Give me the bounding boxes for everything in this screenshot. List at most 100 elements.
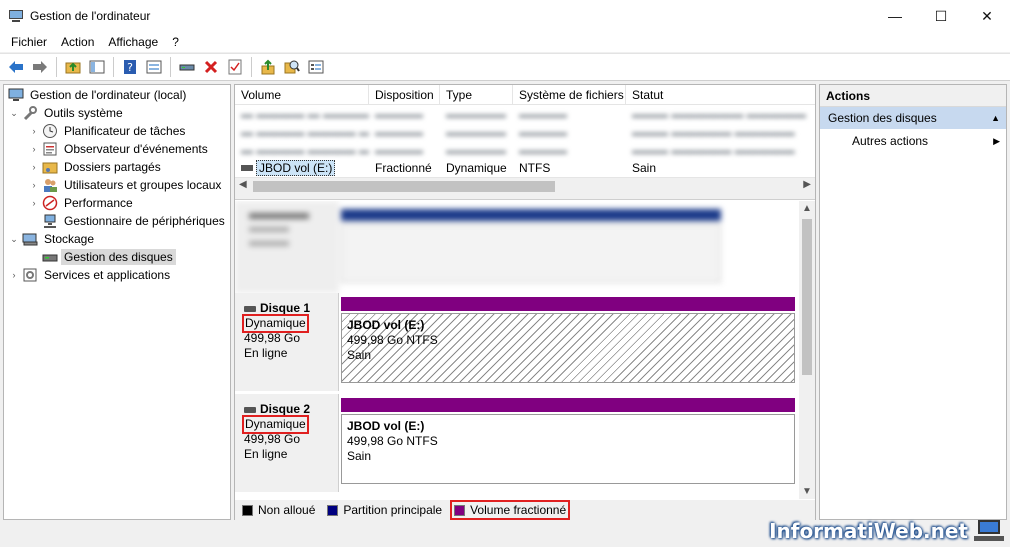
tree-item-task-scheduler[interactable]: › Planificateur de tâches xyxy=(4,122,230,140)
tree-item-event-viewer[interactable]: › Observateur d'événements xyxy=(4,140,230,158)
actions-more[interactable]: Autres actions ▶ xyxy=(820,129,1006,153)
column-status[interactable]: Statut xyxy=(626,85,815,105)
partition-status: Sain xyxy=(347,348,372,362)
spanned-volume-bar xyxy=(341,398,795,412)
back-arrow-icon[interactable] xyxy=(6,57,26,77)
legend-primary: Partition principale xyxy=(325,502,444,518)
disk-size: 499,98 Go xyxy=(244,432,301,446)
column-type[interactable]: Type xyxy=(440,85,513,105)
tree-label: Observateur d'événements xyxy=(64,142,208,156)
collapse-up-icon[interactable]: ▲ xyxy=(991,107,1000,129)
volume-list-header: Volume Disposition Type Système de fichi… xyxy=(235,85,815,105)
pane-splitter[interactable] xyxy=(235,194,815,200)
tree-label: Utilisateurs et groupes locaux xyxy=(64,178,222,192)
legend-swatch xyxy=(327,504,339,516)
column-disposition[interactable]: Disposition xyxy=(369,85,440,105)
properties-icon[interactable] xyxy=(144,57,164,77)
submenu-arrow-icon: ▶ xyxy=(993,136,1000,146)
partition-box[interactable]: JBOD vol (E:) 499,98 Go NTFS Sain xyxy=(341,414,795,484)
partition-jbod[interactable]: JBOD vol (E:) 499,98 Go NTFS Sain xyxy=(341,398,795,484)
volume-icon xyxy=(241,165,253,171)
legend-spanned: Volume fractionné xyxy=(450,500,571,520)
minimize-button[interactable]: — xyxy=(872,0,918,32)
tree-item-performance[interactable]: › Performance xyxy=(4,194,230,212)
chevron-down-icon[interactable]: ⌄ xyxy=(8,108,20,119)
menu-action[interactable]: Action xyxy=(54,35,101,49)
partition-jbod[interactable]: JBOD vol (E:) 499,98 Go NTFS Sain xyxy=(341,297,795,383)
menu-help[interactable]: ? xyxy=(165,35,186,49)
scroll-down-icon[interactable]: ▼ xyxy=(802,486,812,497)
actions-section-disk-management[interactable]: Gestion des disques ▲ xyxy=(820,107,1006,129)
tree-item-system-tools[interactable]: ⌄ Outils système xyxy=(4,104,230,122)
tree-item-storage[interactable]: ⌄ Stockage xyxy=(4,230,230,248)
folder-up-icon[interactable] xyxy=(63,57,83,77)
scroll-thumb[interactable] xyxy=(253,181,555,192)
volume-type: Dynamique xyxy=(446,161,507,175)
volume-list: ▬ ▬▬▬▬ ▬ ▬▬▬▬ ▬▬▬▬ ▬▬▬▬▬ ▬▬▬▬ ▬▬▬ ▬▬▬▬▬▬… xyxy=(235,105,815,177)
actions-title: Actions xyxy=(820,85,1006,107)
forward-arrow-icon[interactable] xyxy=(30,57,50,77)
tree-label: Services et applications xyxy=(44,268,171,282)
vertical-scrollbar[interactable]: ▲ ▼ xyxy=(799,201,815,499)
watermark: InformatiWeb.net xyxy=(769,519,1004,543)
table-row[interactable]: JBOD vol (E:) Fractionné Dynamique NTFS … xyxy=(235,159,815,177)
export-icon[interactable] xyxy=(258,57,278,77)
volume-name: JBOD vol (E:) xyxy=(256,160,336,176)
help-icon[interactable]: ? xyxy=(120,57,140,77)
chevron-right-icon[interactable]: › xyxy=(28,144,40,154)
connect-icon[interactable] xyxy=(177,57,197,77)
search-icon[interactable] xyxy=(282,57,302,77)
check-icon[interactable] xyxy=(225,57,245,77)
disk-obscured xyxy=(235,201,735,293)
chevron-right-icon[interactable]: › xyxy=(28,162,40,172)
column-volume[interactable]: Volume xyxy=(235,85,369,105)
details-icon[interactable] xyxy=(306,57,326,77)
delete-icon[interactable] xyxy=(201,57,221,77)
disk-state: En ligne xyxy=(244,346,288,360)
device-manager-icon xyxy=(42,213,58,229)
svg-text:?: ? xyxy=(127,61,133,74)
partition-status: Sain xyxy=(347,449,372,463)
maximize-button[interactable]: ☐ xyxy=(918,0,964,32)
scroll-thumb[interactable] xyxy=(802,219,812,375)
disk-2[interactable]: Disque 2 Dynamique 499,98 Go En ligne JB… xyxy=(235,394,799,492)
computer-icon xyxy=(8,87,24,103)
partition-title: JBOD vol (E:) xyxy=(347,318,425,332)
volume-row-obscured: ▬ ▬▬▬▬ ▬▬▬▬ ▬ ▬▬▬▬ ▬▬▬▬▬ ▬▬▬▬ ▬▬▬ ▬▬▬▬▬ … xyxy=(241,125,795,139)
computer-management-icon xyxy=(8,8,24,24)
scroll-up-icon[interactable]: ▲ xyxy=(802,203,812,214)
tree-item-services-apps[interactable]: › Services et applications xyxy=(4,266,230,284)
tree-label: Dossiers partagés xyxy=(64,160,161,174)
chevron-right-icon[interactable]: › xyxy=(28,198,40,208)
tree-label: Stockage xyxy=(44,232,95,246)
event-viewer-icon xyxy=(42,141,58,157)
column-filesystem[interactable]: Système de fichiers xyxy=(513,85,626,105)
tree-item-device-manager[interactable]: Gestionnaire de périphériques xyxy=(4,212,230,230)
menu-affichage[interactable]: Affichage xyxy=(101,35,165,49)
menu-fichier[interactable]: Fichier xyxy=(4,35,54,49)
chevron-right-icon[interactable]: › xyxy=(28,180,40,190)
disk-name: Disque 1 xyxy=(260,301,311,315)
disk-info[interactable]: Disque 1 Dynamique 499,98 Go En ligne xyxy=(235,293,339,391)
chevron-right-icon[interactable]: › xyxy=(8,270,20,280)
tree-label: Gestion des disques xyxy=(61,249,176,265)
chevron-down-icon[interactable]: ⌄ xyxy=(8,234,20,245)
tree-item-computer-management[interactable]: Gestion de l'ordinateur (local) xyxy=(4,86,230,104)
users-icon xyxy=(42,177,58,193)
tree-item-disk-management[interactable]: Gestion des disques xyxy=(4,248,230,266)
disk-1[interactable]: Disque 1 Dynamique 499,98 Go En ligne JB… xyxy=(235,293,799,391)
tree-item-shared-folders[interactable]: › Dossiers partagés xyxy=(4,158,230,176)
partition-box-selected[interactable]: JBOD vol (E:) 499,98 Go NTFS Sain xyxy=(341,313,795,383)
disk-info[interactable]: Disque 2 Dynamique 499,98 Go En ligne xyxy=(235,394,339,492)
scroll-left-icon[interactable]: ◀ xyxy=(239,179,247,190)
close-button[interactable]: ✕ xyxy=(964,0,1010,32)
chevron-right-icon[interactable]: › xyxy=(28,126,40,136)
window-title: Gestion de l'ordinateur xyxy=(30,9,151,23)
tree-label: Performance xyxy=(64,196,133,210)
horizontal-scrollbar[interactable]: ◀ ▶ xyxy=(235,177,815,194)
tree-label: Gestionnaire de périphériques xyxy=(64,214,225,228)
tree-item-local-users[interactable]: › Utilisateurs et groupes locaux xyxy=(4,176,230,194)
scroll-right-icon[interactable]: ▶ xyxy=(803,179,811,190)
show-hide-tree-icon[interactable] xyxy=(87,57,107,77)
volume-row-obscured: ▬ ▬▬▬▬ ▬▬▬▬ ▬ ▬▬▬▬ ▬▬▬▬▬ ▬▬▬▬ ▬▬▬ ▬▬▬▬▬ … xyxy=(241,143,795,157)
